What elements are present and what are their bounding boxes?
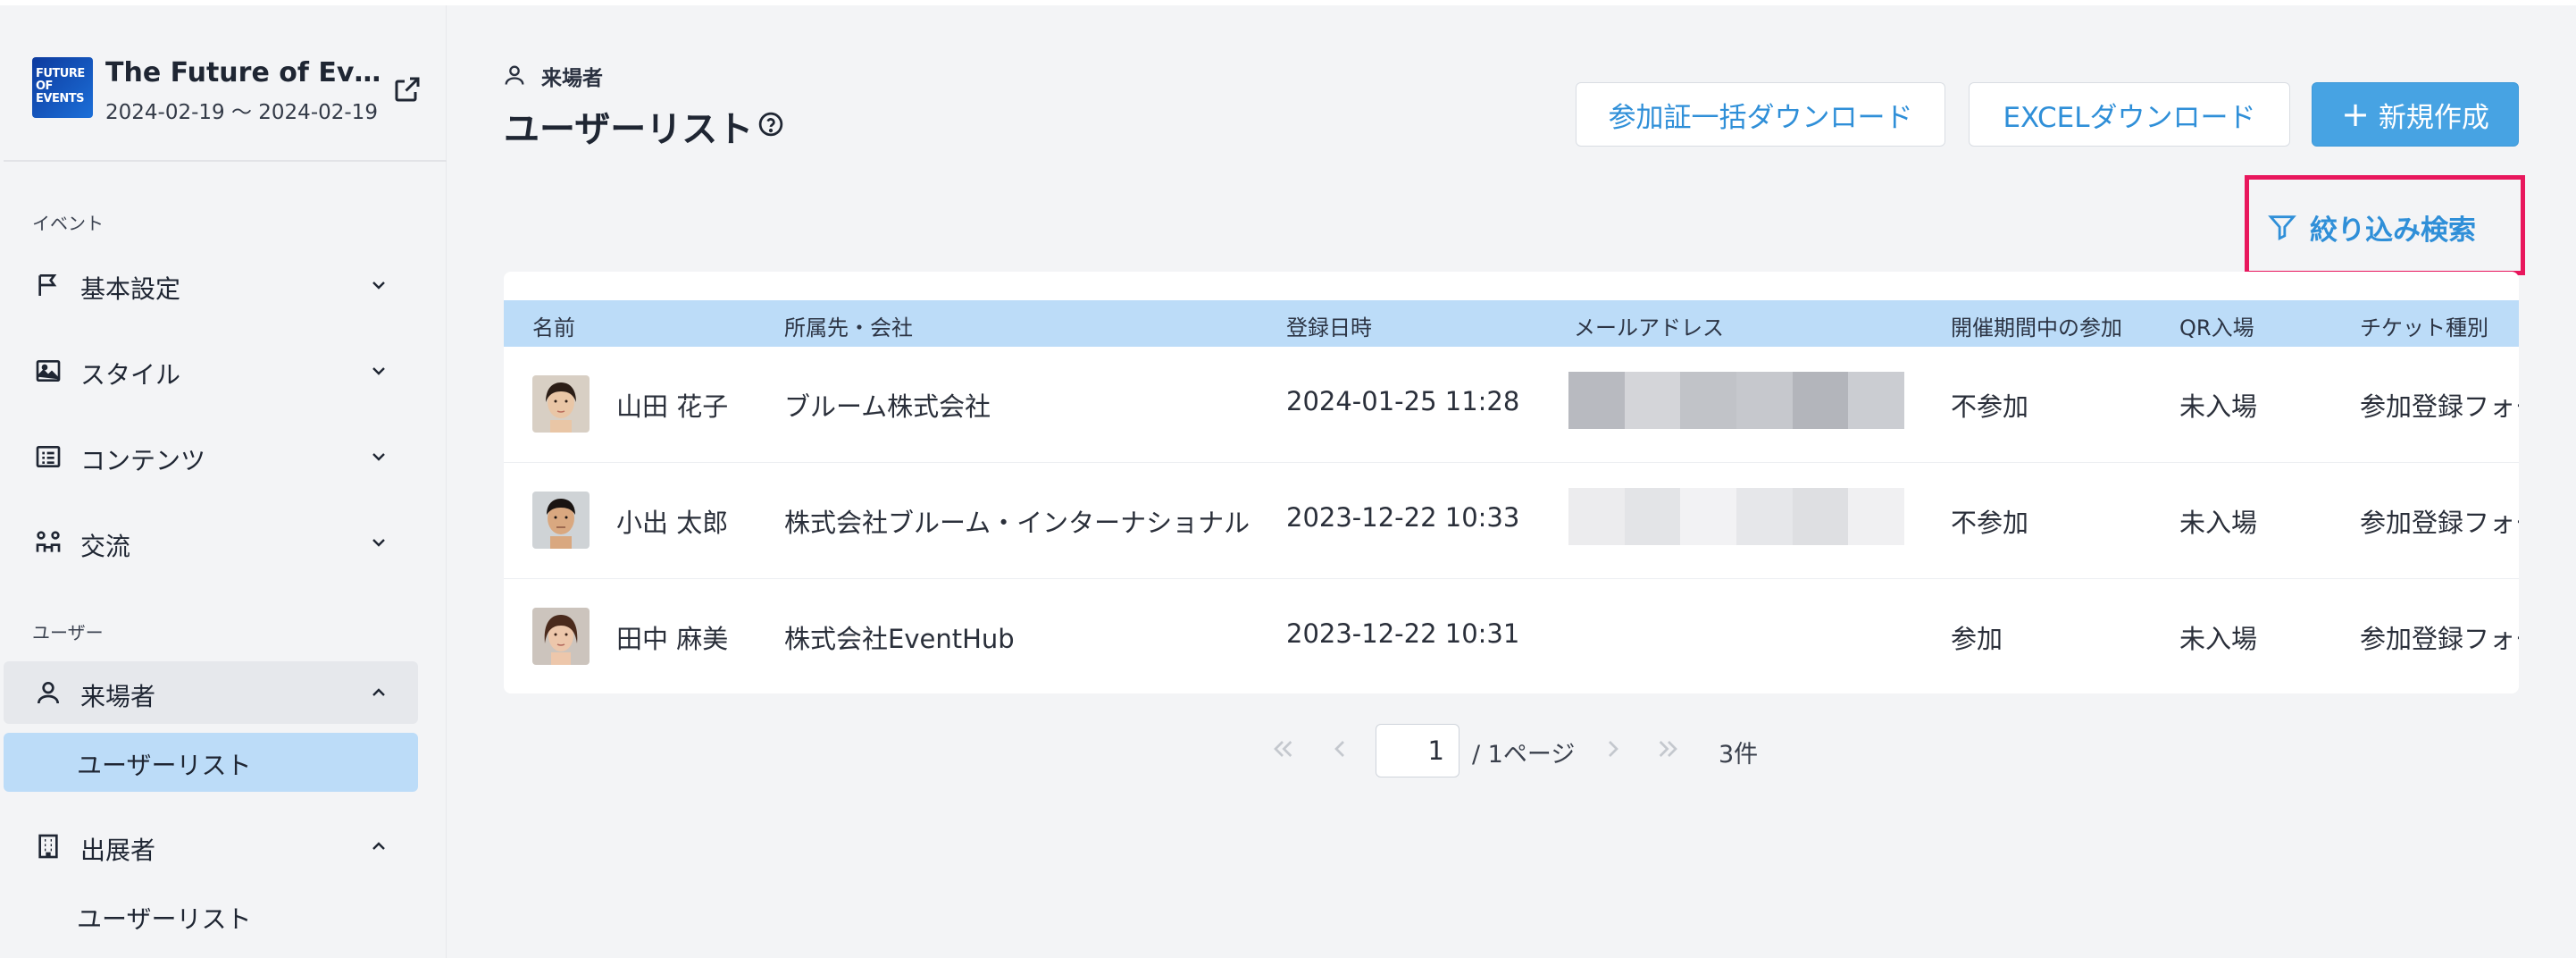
column-header-participation[interactable]: 開催期間中の参加 bbox=[1951, 310, 2122, 341]
plus-icon: + bbox=[2341, 95, 2370, 134]
column-header-ticket[interactable]: チケット種別 bbox=[2360, 310, 2488, 341]
column-header-email[interactable]: メールアドレス bbox=[1574, 310, 1724, 341]
list-icon bbox=[36, 446, 61, 467]
sidebar: FUTURE OF EVENTS The Future of Events 20… bbox=[4, 5, 447, 958]
table-row[interactable]: 小出 太郎 株式会社ブルーム・インターナショナル 2023-12-22 10:3… bbox=[504, 463, 2519, 579]
cell-name: 田中 麻美 bbox=[616, 624, 729, 654]
filter-highlight: 絞り込み検索 bbox=[2245, 175, 2525, 275]
sidebar-item-networking[interactable]: 交流 bbox=[4, 511, 418, 574]
chevron-up-icon bbox=[372, 842, 385, 850]
excel-download-button[interactable]: EXCELダウンロード bbox=[1969, 82, 2290, 147]
cell-registered: 2023-12-22 10:33 bbox=[1286, 502, 1520, 533]
cell-participation: 不参加 bbox=[1951, 391, 2029, 422]
table-row[interactable]: 田中 麻美 株式会社EventHub 2023-12-22 10:31 参加 未… bbox=[504, 579, 2519, 693]
avatar bbox=[532, 492, 590, 549]
sidebar-item-label: 出展者 bbox=[80, 836, 156, 865]
cell-participation: 不参加 bbox=[1951, 508, 2029, 538]
user-icon bbox=[38, 682, 59, 704]
cell-ticket: 参加登録フォーム bbox=[2360, 508, 2519, 538]
next-page-icon[interactable] bbox=[1599, 735, 1627, 763]
email-redacted bbox=[1568, 488, 1905, 545]
user-table: 名前 所属先・会社 登録日時 メールアドレス 開催期間中の参加 QR入場 チケッ… bbox=[504, 272, 2519, 693]
building-icon bbox=[38, 834, 58, 859]
cell-participation: 参加 bbox=[1951, 624, 2003, 654]
sidebar-item-label: 来場者 bbox=[80, 682, 156, 711]
app-root: FUTURE OF EVENTS The Future of Events 20… bbox=[0, 0, 2576, 958]
breadcrumb: 来場者 bbox=[541, 67, 603, 90]
column-header-company[interactable]: 所属先・会社 bbox=[784, 310, 913, 341]
cell-name: 山田 花子 bbox=[616, 391, 729, 422]
image-icon bbox=[36, 360, 61, 382]
avatar bbox=[532, 375, 590, 433]
chevron-down-icon bbox=[372, 539, 385, 547]
chevron-down-icon bbox=[372, 453, 385, 461]
sidebar-subitem-label: ユーザーリスト bbox=[77, 904, 252, 934]
sidebar-subitem-label: ユーザーリスト bbox=[77, 751, 252, 780]
cell-ticket: 参加登録フォーム bbox=[2360, 391, 2519, 422]
section-label-event: イベント bbox=[32, 213, 104, 234]
sidebar-item-label: コンテンツ bbox=[80, 446, 206, 475]
email-redacted bbox=[1568, 372, 1905, 429]
sidebar-item-style[interactable]: スタイル bbox=[4, 340, 418, 402]
column-header-name[interactable]: 名前 bbox=[532, 310, 575, 341]
cell-qr: 未入場 bbox=[2179, 508, 2258, 538]
column-header-registered[interactable]: 登録日時 bbox=[1286, 310, 1372, 341]
sidebar-item-contents[interactable]: コンテンツ bbox=[4, 425, 418, 488]
cell-registered: 2023-12-22 10:31 bbox=[1286, 618, 1520, 649]
result-count: 3件 bbox=[1719, 741, 1759, 769]
create-new-label: 新規作成 bbox=[2378, 101, 2489, 134]
event-title: The Future of Events bbox=[105, 57, 382, 88]
table-row[interactable]: 山田 花子 ブルーム株式会社 2024-01-25 11:28 不参加 未入場 … bbox=[504, 347, 2519, 463]
section-label-user: ユーザー bbox=[32, 622, 104, 643]
page-number-input[interactable] bbox=[1376, 724, 1459, 777]
user-icon bbox=[505, 65, 524, 85]
flag-icon bbox=[38, 274, 57, 296]
event-header: FUTURE OF EVENTS The Future of Events 20… bbox=[4, 5, 447, 162]
sidebar-item-label: 交流 bbox=[80, 532, 131, 561]
page-total: / 1ページ bbox=[1472, 741, 1576, 769]
filter-search-label: 絞り込み検索 bbox=[2310, 214, 2476, 247]
cell-qr: 未入場 bbox=[2179, 391, 2258, 422]
filter-search-button[interactable]: 絞り込み検索 bbox=[2267, 205, 2476, 249]
chevron-down-icon bbox=[372, 282, 385, 290]
cell-ticket: 参加登録フォーム bbox=[2360, 624, 2519, 654]
column-header-qr[interactable]: QR入場 bbox=[2179, 310, 2254, 341]
create-new-button[interactable]: + 新規作成 bbox=[2312, 82, 2519, 147]
sidebar-item-label: 基本設定 bbox=[80, 274, 181, 304]
filter-icon bbox=[2268, 215, 2296, 241]
event-logo: FUTURE OF EVENTS bbox=[32, 57, 93, 118]
cell-name: 小出 太郎 bbox=[616, 508, 729, 538]
chevron-up-icon bbox=[372, 688, 385, 696]
event-dates: 2024-02-19 〜 2024-02-19 bbox=[105, 101, 378, 124]
sidebar-item-visitors[interactable]: 来場者 bbox=[4, 661, 418, 724]
cell-company: 株式会社EventHub bbox=[784, 624, 1015, 654]
sidebar-item-exhibitors[interactable]: 出展者 bbox=[4, 815, 418, 878]
prev-page-icon[interactable] bbox=[1326, 735, 1354, 763]
table-header: 名前 所属先・会社 登録日時 メールアドレス 開催期間中の参加 QR入場 チケッ… bbox=[504, 300, 2519, 347]
page-title: ユーザーリスト bbox=[504, 109, 754, 150]
avatar bbox=[532, 608, 590, 665]
sidebar-subitem-visitor-user-list[interactable]: ユーザーリスト bbox=[4, 733, 418, 792]
cell-qr: 未入場 bbox=[2179, 624, 2258, 654]
cell-company: ブルーム株式会社 bbox=[784, 391, 991, 422]
chevron-down-icon bbox=[372, 367, 385, 375]
bulk-download-button[interactable]: 参加証一括ダウンロード bbox=[1576, 82, 1945, 147]
cell-registered: 2024-01-25 11:28 bbox=[1286, 386, 1520, 416]
help-icon[interactable] bbox=[757, 111, 784, 138]
network-icon bbox=[36, 531, 61, 552]
external-link-icon[interactable] bbox=[391, 73, 423, 105]
last-page-icon[interactable] bbox=[1654, 735, 1683, 763]
first-page-icon[interactable] bbox=[1268, 735, 1297, 763]
cell-company: 株式会社ブルーム・インターナショナル bbox=[784, 508, 1250, 538]
sidebar-item-basic-settings[interactable]: 基本設定 bbox=[4, 254, 418, 316]
sidebar-subitem-exhibitor-user-list[interactable]: ユーザーリスト bbox=[4, 887, 418, 945]
sidebar-item-label: スタイル bbox=[80, 360, 181, 390]
